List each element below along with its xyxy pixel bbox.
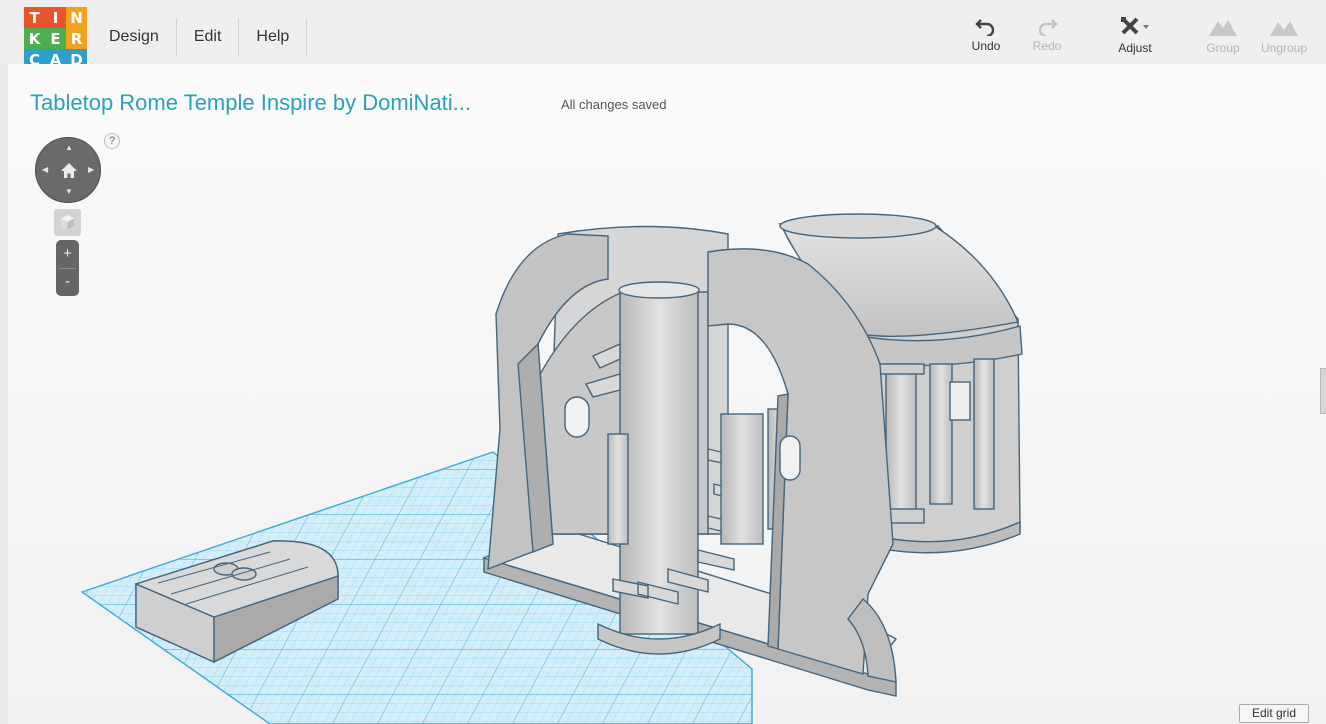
zoom-out-button[interactable]: - bbox=[56, 269, 79, 295]
logo-letter: I bbox=[45, 7, 66, 28]
group-button[interactable]: Group bbox=[1195, 16, 1251, 60]
adjust-button[interactable]: Adjust bbox=[1107, 16, 1163, 60]
ungroup-button[interactable]: Ungroup bbox=[1256, 16, 1312, 60]
zoom-control: + - bbox=[56, 240, 79, 296]
main-menu: Design Edit Help bbox=[92, 18, 308, 56]
ungroup-label: Ungroup bbox=[1260, 41, 1308, 55]
workplane[interactable]: Tabletop Rome Temple Inspire by DomiNati… bbox=[8, 64, 1326, 724]
menu-help[interactable]: Help bbox=[239, 18, 308, 56]
redo-label: Redo bbox=[1032, 39, 1062, 53]
help-button[interactable]: ? bbox=[104, 133, 120, 149]
zoom-in-button[interactable]: + bbox=[56, 241, 79, 267]
edit-grid-button[interactable]: Edit grid bbox=[1239, 704, 1309, 723]
cube-icon bbox=[61, 215, 74, 230]
undo-button[interactable]: Undo bbox=[958, 16, 1014, 60]
orbit-down-icon[interactable]: ▼ bbox=[65, 187, 73, 196]
undo-label: Undo bbox=[971, 39, 1001, 53]
logo-letter: N bbox=[66, 7, 87, 28]
redo-button[interactable]: Redo bbox=[1019, 16, 1075, 60]
save-status: All changes saved bbox=[561, 97, 667, 112]
logo-letter: E bbox=[45, 28, 66, 49]
scene-view[interactable] bbox=[8, 64, 1326, 724]
menu-edit[interactable]: Edit bbox=[177, 18, 240, 56]
orbit-up-icon[interactable]: ▲ bbox=[65, 143, 73, 152]
adjust-icon bbox=[1121, 17, 1149, 35]
menu-design[interactable]: Design bbox=[92, 18, 177, 56]
logo-letter: R bbox=[66, 28, 87, 49]
orbit-right-icon[interactable]: ▶ bbox=[88, 165, 94, 174]
undo-icon bbox=[975, 19, 995, 36]
home-icon[interactable] bbox=[59, 161, 79, 181]
view-cube-button[interactable] bbox=[54, 209, 81, 236]
logo-letter: K bbox=[24, 28, 45, 49]
design-title[interactable]: Tabletop Rome Temple Inspire by DomiNati… bbox=[30, 90, 471, 116]
top-bar: TINKERCAD Design Edit Help Undo Redo Adj… bbox=[0, 0, 1326, 70]
logo-letter: T bbox=[24, 7, 45, 28]
orbit-left-icon[interactable]: ◀ bbox=[42, 165, 48, 174]
group-label: Group bbox=[1206, 41, 1240, 55]
side-panel-toggle[interactable] bbox=[1320, 368, 1326, 414]
group-icon bbox=[1209, 20, 1237, 36]
ungroup-icon bbox=[1270, 21, 1298, 36]
tinkercad-logo[interactable]: TINKERCAD bbox=[24, 7, 87, 70]
redo-icon bbox=[1038, 19, 1058, 36]
orbit-control[interactable]: ▲ ▼ ◀ ▶ bbox=[35, 137, 101, 203]
adjust-label: Adjust bbox=[1118, 41, 1152, 55]
